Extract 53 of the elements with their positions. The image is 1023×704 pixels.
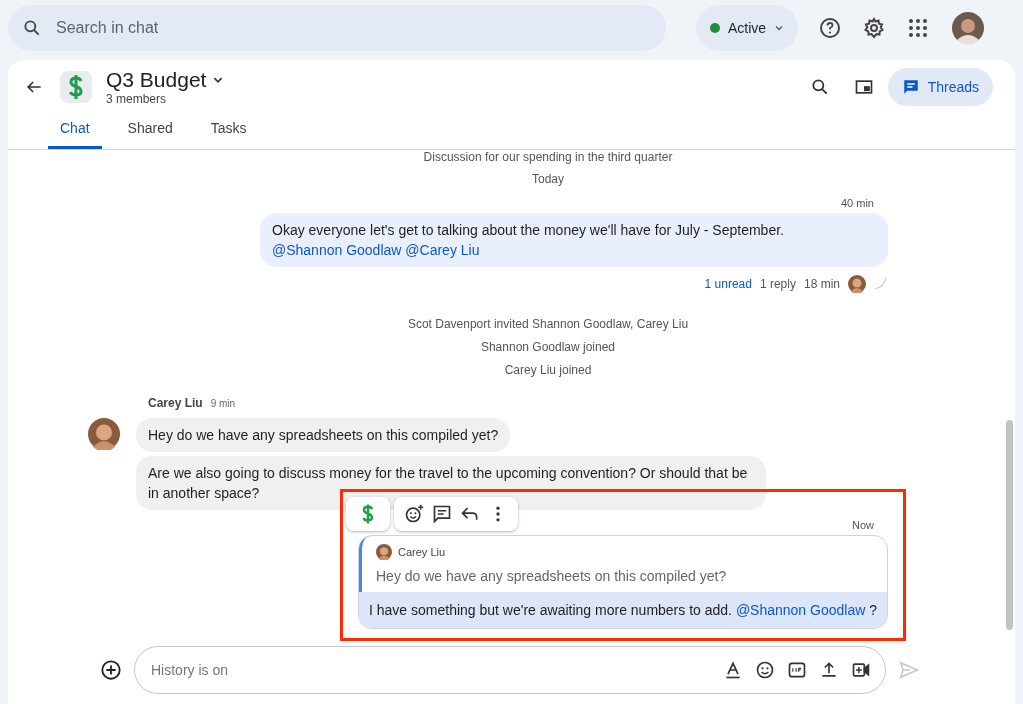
dollar-icon: [360, 503, 376, 525]
message-text: Okay everyone let's get to talking about the money we'll have for July - September. @Shannon Goodlaw @Carey Liu: [260, 213, 888, 267]
reply-time: 18 min: [803, 277, 840, 291]
help-icon[interactable]: [818, 16, 843, 40]
message-time: Now: [852, 519, 874, 531]
quoted-text: Hey do we have any spreadsheets on this compiled yet?: [376, 567, 728, 586]
mention-link[interactable]: @Shannon Goodlaw: [272, 242, 402, 258]
date-divider: Today: [531, 171, 565, 188]
system-message: Shannon Goodlaw joined: [479, 339, 617, 356]
settings-icon[interactable]: [862, 16, 887, 40]
add-icon[interactable]: [100, 659, 122, 681]
mention-link[interactable]: @Shannon Goodlaw: [735, 602, 866, 618]
upload-icon[interactable]: [819, 660, 839, 680]
scrollbar[interactable]: [1006, 420, 1013, 630]
tab[interactable]: Chat: [48, 112, 102, 149]
gif-icon[interactable]: [787, 660, 807, 680]
message-text: Are we also going to discuss money for the travel to the upcoming convention? Or should that be in another space?: [136, 456, 766, 510]
text-format-icon[interactable]: [723, 660, 743, 680]
member-count: 3 members: [106, 92, 168, 106]
avatar-icon: [376, 544, 392, 560]
message-text: Hey do we have any spreadsheets on this compiled yet?: [136, 418, 511, 452]
message-time: 40 min: [840, 197, 874, 209]
sender-name: Carey Liu: [148, 396, 203, 410]
search-field[interactable]: Search in chat: [8, 5, 666, 51]
add-video-icon[interactable]: [851, 660, 871, 680]
system-message: Discussion for our spending in the third quarter: [422, 150, 674, 164]
thread-icon[interactable]: [432, 504, 452, 524]
caret-icon: [774, 23, 785, 33]
emoji-icon[interactable]: [755, 660, 775, 680]
threads-button[interactable]: Threads: [887, 68, 993, 106]
mention-link[interactable]: @Carey Liu: [405, 242, 480, 258]
status-button[interactable]: Active: [696, 5, 799, 51]
avatar-icon: [848, 275, 866, 293]
space-title[interactable]: Q3 Budget: [106, 68, 207, 92]
avatar-icon: [88, 418, 120, 450]
search-icon: [22, 18, 42, 38]
reply-count[interactable]: 1 reply: [759, 277, 796, 291]
tab[interactable]: Shared: [115, 112, 185, 149]
message-text: I have something but we're awaiting more numbers to add. @Shannon Goodlaw ?: [359, 592, 887, 628]
account-avatar[interactable]: [952, 12, 985, 44]
tab[interactable]: Tasks: [198, 112, 259, 149]
thread-icon: [901, 78, 920, 96]
thread-connector: [874, 277, 888, 291]
search-input[interactable]: Search in chat: [54, 18, 652, 38]
system-message: Carey Liu joined: [503, 362, 593, 379]
search-icon[interactable]: [809, 77, 830, 97]
sender-name: Carey Liu: [398, 546, 446, 558]
system-message: Scot Davenport invited Shannon Goodlaw, Carey Liu: [406, 316, 690, 333]
quick-reaction-button[interactable]: [346, 497, 390, 531]
add-reaction-icon[interactable]: [404, 504, 424, 524]
message-time: 9 min: [210, 398, 236, 409]
picture-in-picture-icon[interactable]: [853, 77, 874, 97]
unread-link[interactable]: 1 unread: [704, 277, 752, 291]
